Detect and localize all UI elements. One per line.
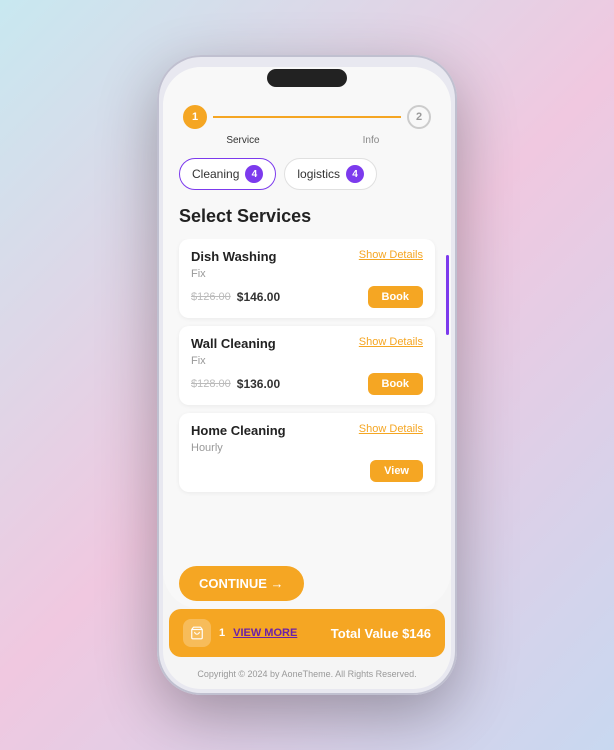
cart-total: Total Value $146 — [331, 626, 431, 641]
continue-button[interactable]: CONTINUE → — [179, 566, 304, 601]
price-old-1: $126.00 — [191, 291, 231, 303]
services-list: Dish Washing Show Details Fix $126.00 $1… — [163, 239, 451, 556]
cart-view-more[interactable]: VIEW MORE — [233, 627, 323, 639]
phone-screen: 1 2 Service Info Cleaning 4 logistics — [163, 67, 451, 689]
step-line — [213, 116, 401, 118]
tabs-row: Cleaning 4 logistics 4 — [163, 154, 451, 198]
step-1-circle: 1 — [183, 105, 207, 129]
step-labels: Service Info — [163, 133, 451, 154]
step-1-label: Service — [179, 135, 307, 146]
book-button-2[interactable]: Book — [368, 373, 424, 395]
cart-bar[interactable]: 1 VIEW MORE Total Value $146 — [169, 609, 445, 657]
service-footer-1: $126.00 $146.00 Book — [191, 286, 423, 308]
show-details-2[interactable]: Show Details — [359, 336, 423, 348]
service-name-2: Wall Cleaning — [191, 336, 276, 351]
tab-cleaning[interactable]: Cleaning 4 — [179, 158, 276, 190]
progress-bar: 1 2 — [163, 97, 451, 133]
service-card-home-cleaning: Home Cleaning Show Details Hourly View — [179, 413, 435, 492]
service-type-2: Fix — [191, 355, 423, 367]
tab-logistics-label: logistics — [297, 167, 340, 181]
section-title: Select Services — [163, 198, 451, 239]
step-2-circle: 2 — [407, 105, 431, 129]
cart-count: 1 — [219, 627, 225, 639]
continue-section: CONTINUE → — [163, 556, 451, 609]
scrollbar[interactable] — [446, 255, 449, 335]
cart-icon-wrap — [183, 619, 211, 647]
phone-frame: 1 2 Service Info Cleaning 4 logistics — [157, 55, 457, 695]
price-new-1: $146.00 — [237, 290, 280, 304]
service-header-1: Dish Washing Show Details — [191, 249, 423, 264]
step-2-label: Info — [307, 135, 435, 146]
show-details-3[interactable]: Show Details — [359, 423, 423, 435]
tab-cleaning-label: Cleaning — [192, 167, 239, 181]
service-type-3: Hourly — [191, 442, 423, 454]
price-row-2: $128.00 $136.00 — [191, 377, 280, 391]
service-footer-2: $128.00 $136.00 Book — [191, 373, 423, 395]
book-button-1[interactable]: Book — [368, 286, 424, 308]
service-header-2: Wall Cleaning Show Details — [191, 336, 423, 351]
tab-logistics-badge: 4 — [346, 165, 364, 183]
view-button-3[interactable]: View — [370, 460, 423, 482]
cart-icon — [190, 626, 204, 640]
service-card-wall-cleaning: Wall Cleaning Show Details Fix $128.00 $… — [179, 326, 435, 405]
footer: Copyright © 2024 by AoneTheme. All Right… — [163, 663, 451, 689]
price-new-2: $136.00 — [237, 377, 280, 391]
screen-inner: 1 2 Service Info Cleaning 4 logistics — [163, 67, 451, 609]
phone-notch — [267, 69, 347, 87]
service-name-1: Dish Washing — [191, 249, 276, 264]
service-card-dish-washing: Dish Washing Show Details Fix $126.00 $1… — [179, 239, 435, 318]
show-details-1[interactable]: Show Details — [359, 249, 423, 261]
price-row-1: $126.00 $146.00 — [191, 290, 280, 304]
tab-logistics[interactable]: logistics 4 — [284, 158, 377, 190]
service-header-3: Home Cleaning Show Details — [191, 423, 423, 438]
service-name-3: Home Cleaning — [191, 423, 286, 438]
service-type-1: Fix — [191, 268, 423, 280]
tab-cleaning-badge: 4 — [245, 165, 263, 183]
price-old-2: $128.00 — [191, 378, 231, 390]
service-footer-3: View — [191, 460, 423, 482]
